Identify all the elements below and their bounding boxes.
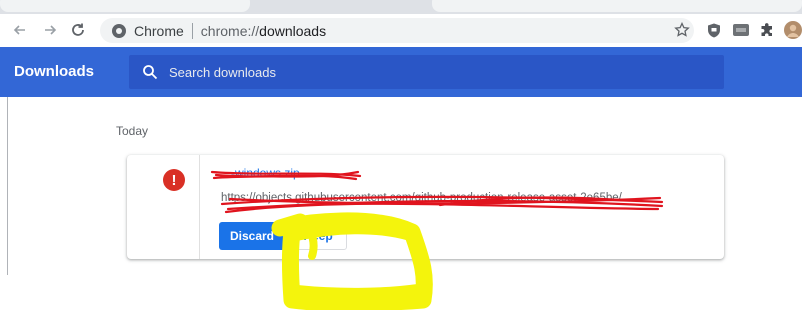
error-icon: ! xyxy=(163,169,185,191)
tab-inactive[interactable] xyxy=(432,0,802,12)
site-name: Chrome xyxy=(134,22,184,39)
back-button[interactable] xyxy=(10,20,30,40)
search-icon xyxy=(143,65,158,80)
omnibox-separator xyxy=(191,22,193,39)
arrow-right-icon xyxy=(45,25,57,35)
url-host: downloads xyxy=(259,22,327,39)
reload-button[interactable] xyxy=(68,20,88,40)
address-bar[interactable]: Chrome chrome://downloads xyxy=(100,18,694,43)
keep-button[interactable]: Keep xyxy=(289,222,347,250)
date-section-label: Today xyxy=(116,124,149,138)
browser-toolbar: Chrome chrome://downloads xyxy=(0,14,802,48)
download-source-url-link[interactable]: https://objects.githubusercontent.com/gi… xyxy=(221,192,631,204)
url-scheme: chrome:// xyxy=(200,22,260,39)
tab-strip xyxy=(0,0,802,14)
search-input[interactable] xyxy=(167,63,711,81)
left-edge-divider xyxy=(7,97,8,275)
chrome-site-icon xyxy=(112,23,126,38)
discard-button[interactable]: Discard xyxy=(219,222,285,250)
shield-extension-icon[interactable] xyxy=(706,22,722,38)
search-box[interactable] xyxy=(129,55,724,89)
downloads-header: Downloads xyxy=(0,47,802,97)
puzzle-extensions-icon[interactable] xyxy=(759,22,775,38)
arrow-left-icon xyxy=(13,25,25,35)
page-title: Downloads xyxy=(14,63,95,80)
forward-button[interactable] xyxy=(40,20,60,40)
tab-active[interactable] xyxy=(0,0,250,12)
card-divider xyxy=(199,155,200,259)
bookmark-star-icon[interactable] xyxy=(670,20,694,40)
download-item-card: ! ...-windows.zip https://objects.github… xyxy=(127,155,724,259)
reload-icon xyxy=(72,23,84,36)
profile-avatar[interactable] xyxy=(784,21,802,39)
ckx-extension-icon[interactable] xyxy=(733,22,749,38)
download-file-name-link[interactable]: ...-windows.zip xyxy=(221,166,300,180)
